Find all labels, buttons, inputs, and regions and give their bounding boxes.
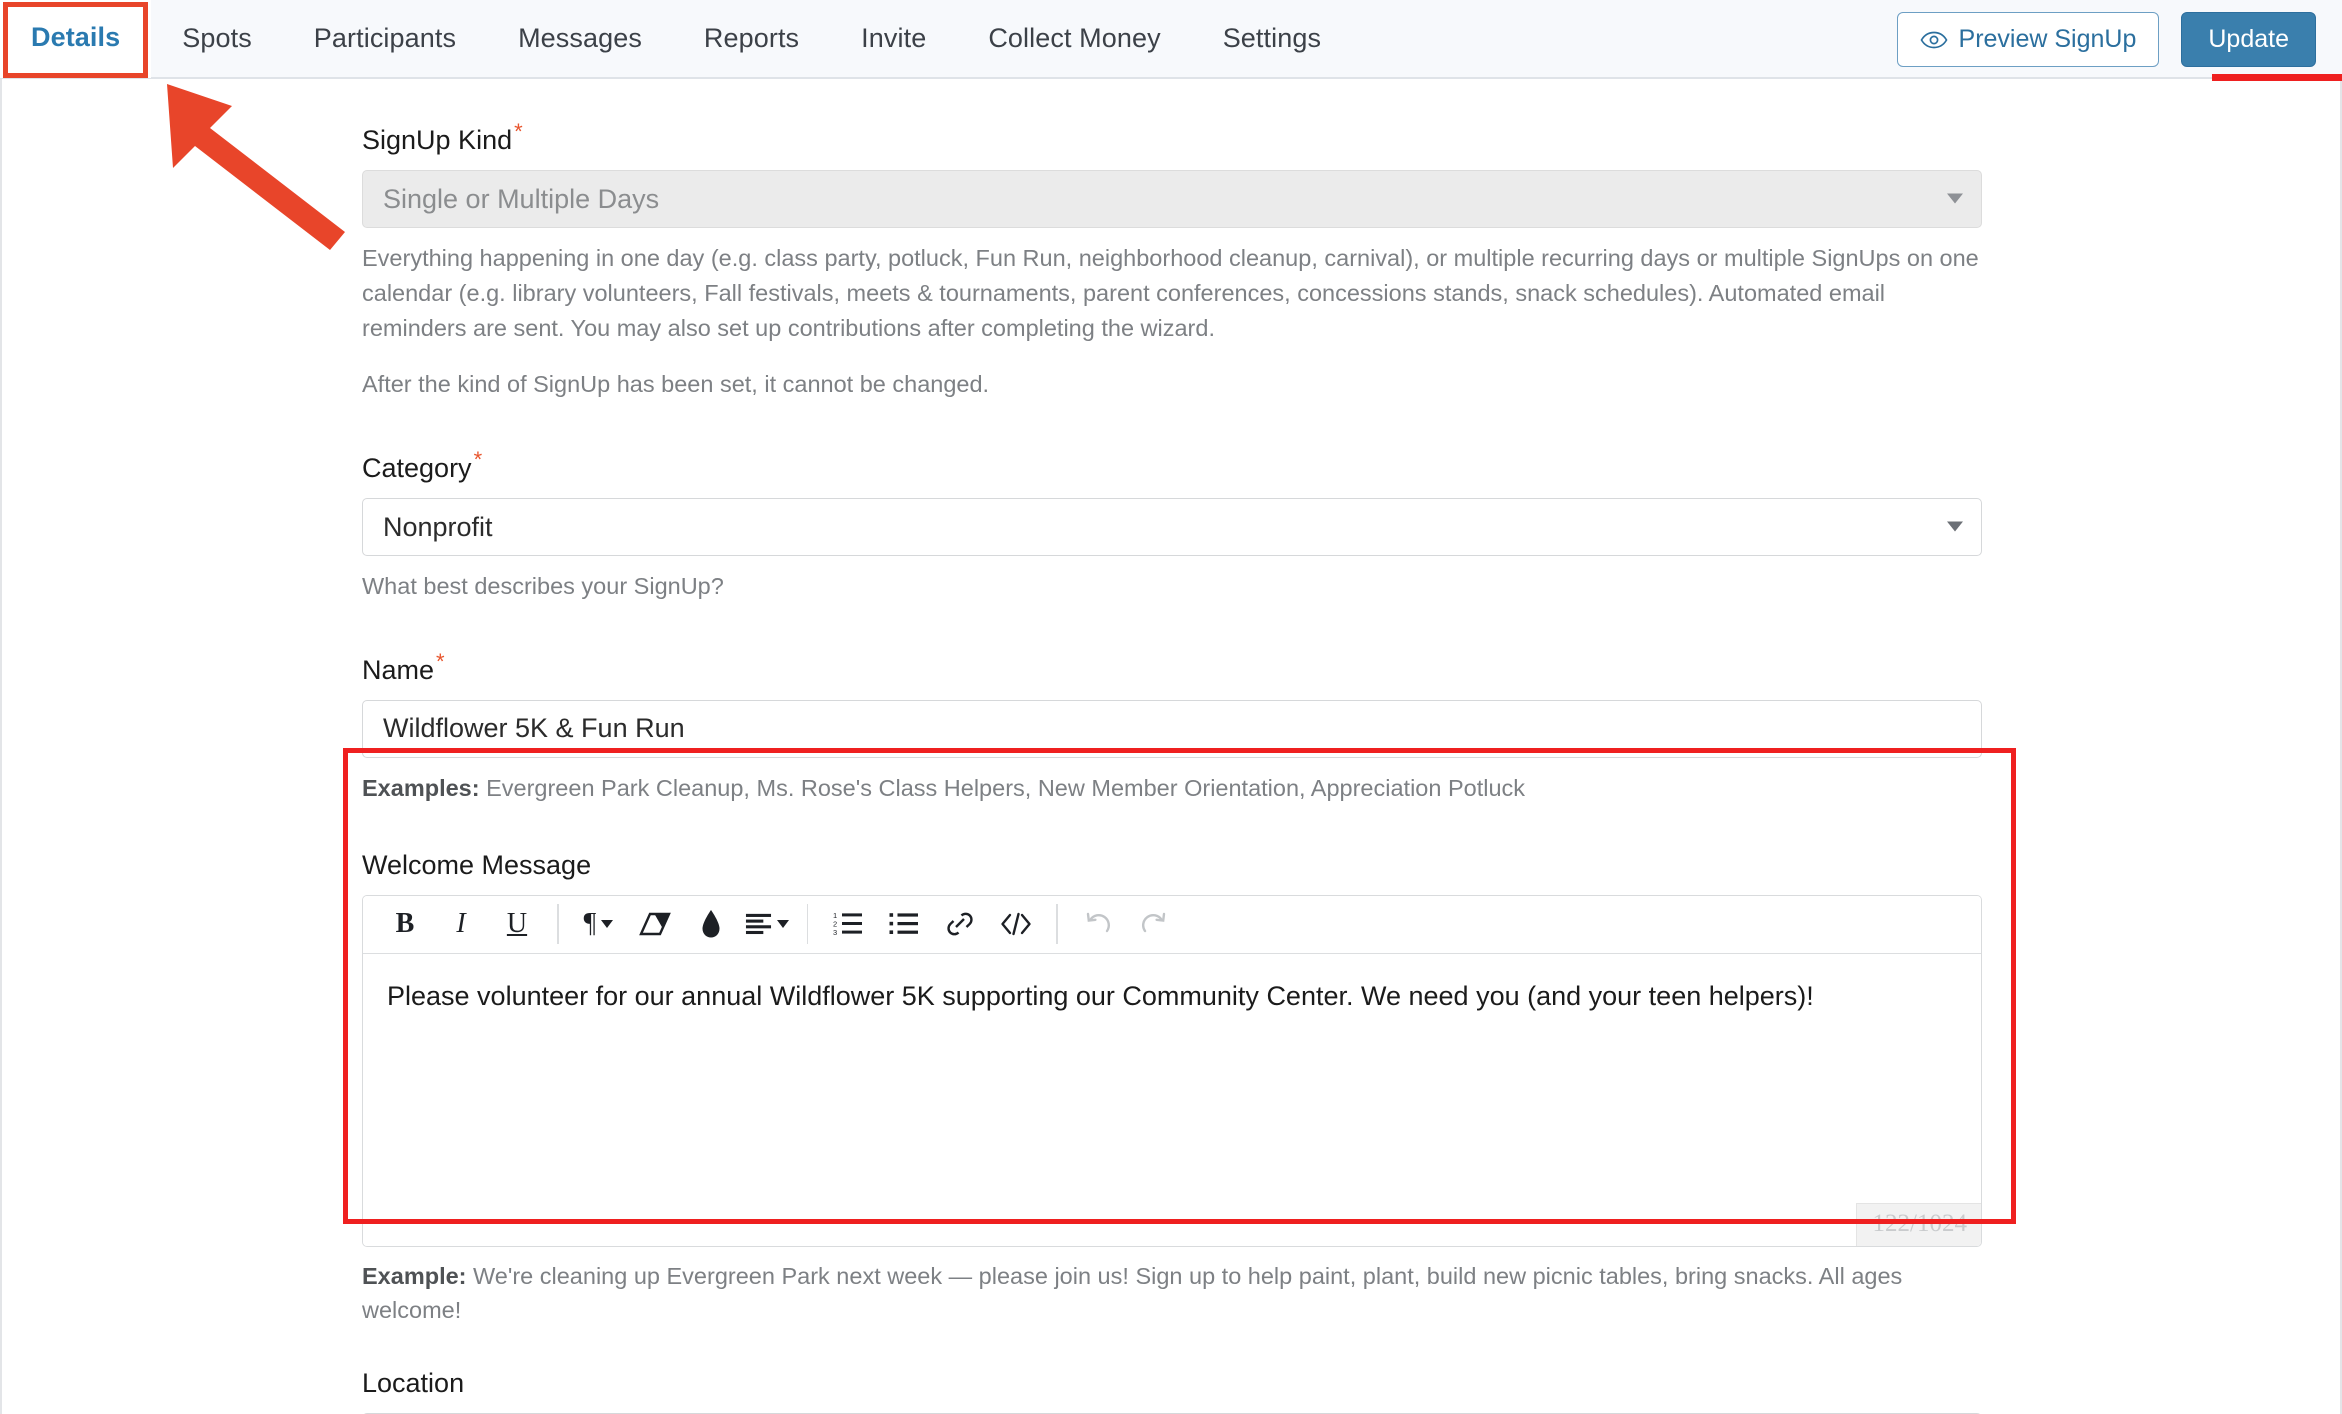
welcome-message-label: Welcome Message	[362, 849, 592, 880]
name-examples: Examples: Evergreen Park Cleanup, Ms. Ro…	[362, 771, 1982, 806]
paragraph-format-icon[interactable]: ¶	[571, 900, 627, 948]
unordered-list-icon[interactable]	[876, 900, 932, 948]
top-tab-bar: Details Spots Participants Messages Repo…	[0, 0, 2342, 79]
code-view-icon[interactable]	[988, 900, 1044, 948]
welcome-message-value: Please volunteer for our annual Wildflow…	[387, 980, 1814, 1011]
toolbar-separator	[1056, 904, 1058, 945]
signup-kind-select[interactable]: Single or Multiple Days	[362, 170, 1982, 228]
required-asterisk: *	[473, 447, 483, 473]
signup-kind-help-2: After the kind of SignUp has been set, i…	[362, 371, 990, 398]
tab-spots[interactable]: Spots	[151, 0, 283, 78]
required-asterisk: *	[514, 119, 523, 144]
field-category: Category* Nonprofit What best describes …	[362, 447, 1982, 604]
tab-details[interactable]: Details	[0, 0, 152, 78]
name-label: Name*	[362, 649, 1982, 686]
chevron-down-icon	[601, 920, 614, 929]
welcome-message-example-text: We're cleaning up Evergreen Park next we…	[362, 1262, 1903, 1324]
ordered-list-icon[interactable]: 1 2 3	[820, 900, 876, 948]
redo-icon[interactable]	[1126, 900, 1182, 948]
tab-messages[interactable]: Messages	[487, 0, 673, 78]
signup-kind-label: SignUp Kind*	[362, 119, 1982, 156]
svg-text:3: 3	[833, 928, 837, 937]
chevron-down-icon	[1947, 193, 1963, 204]
tab-collect-money[interactable]: Collect Money	[957, 0, 1191, 78]
undo-icon[interactable]	[1070, 900, 1126, 948]
signup-kind-help-1: Everything happening in one day (e.g. cl…	[362, 245, 1979, 341]
paragraph-glyph: ¶	[583, 908, 597, 940]
signup-details-page: Details Spots Participants Messages Repo…	[0, 0, 2342, 1414]
update-button[interactable]: Update	[2181, 12, 2316, 67]
category-help: What best describes your SignUp?	[362, 573, 724, 600]
name-examples-text: Evergreen Park Cleanup, Ms. Rose's Class…	[486, 774, 1526, 801]
welcome-message-example: Example: We're cleaning up Evergreen Par…	[362, 1259, 1982, 1329]
required-asterisk: *	[436, 648, 445, 674]
chevron-down-icon	[776, 920, 789, 929]
signup-kind-label-text: SignUp Kind	[362, 125, 513, 155]
underline-icon[interactable]: U	[489, 900, 545, 948]
signup-details-form: SignUp Kind* Single or Multiple Days Eve…	[362, 79, 1982, 1414]
editor-toolbar: B I U ¶ 1 2 3	[363, 895, 1981, 954]
align-icon[interactable]	[739, 900, 795, 948]
tab-reports[interactable]: Reports	[673, 0, 830, 78]
category-value: Nonprofit	[383, 511, 493, 542]
bold-icon[interactable]: B	[377, 900, 433, 948]
chevron-down-icon	[1947, 521, 1963, 532]
field-welcome-message: Welcome Message B I U ¶ 1 2 3 Please vol…	[362, 850, 1982, 1329]
name-input[interactable]: Wildflower 5K & Fun Run	[362, 699, 1982, 758]
tab-list: Details Spots Participants Messages Repo…	[0, 0, 1352, 78]
toolbar-separator	[557, 904, 559, 945]
welcome-message-example-prefix: Example:	[362, 1262, 467, 1289]
tab-settings[interactable]: Settings	[1192, 0, 1352, 78]
category-label: Category*	[362, 447, 1982, 484]
location-label: Location	[362, 1368, 465, 1399]
insert-link-icon[interactable]	[932, 900, 988, 948]
field-name: Name* Wildflower 5K & Fun Run Examples: …	[362, 649, 1982, 806]
italic-icon[interactable]: I	[433, 900, 489, 948]
field-location: Location http://googlemap/An38S4d2 Examp…	[362, 1368, 1982, 1414]
clear-formatting-eraser-icon[interactable]	[627, 900, 683, 948]
tab-participants[interactable]: Participants	[283, 0, 487, 78]
category-select[interactable]: Nonprofit	[362, 498, 1982, 557]
signup-kind-value: Single or Multiple Days	[383, 183, 660, 214]
text-color-droplet-icon[interactable]	[683, 900, 739, 948]
name-label-text: Name	[362, 654, 435, 685]
preview-signup-button[interactable]: Preview SignUp	[1896, 12, 2160, 67]
field-signup-kind: SignUp Kind* Single or Multiple Days Eve…	[362, 79, 1982, 402]
tab-invite[interactable]: Invite	[830, 0, 957, 78]
eye-icon	[1920, 31, 1948, 49]
header-actions: Preview SignUp Update	[1896, 0, 2316, 79]
name-value: Wildflower 5K & Fun Run	[383, 713, 685, 744]
toolbar-separator	[806, 904, 808, 945]
preview-signup-label: Preview SignUp	[1958, 25, 2137, 53]
character-counter: 122/1024	[1855, 1202, 1981, 1246]
page-body: SignUp Kind* Single or Multiple Days Eve…	[0, 79, 2342, 1414]
welcome-message-editor: B I U ¶ 1 2 3 Please volunteer for our a…	[362, 894, 1982, 1247]
category-label-text: Category	[362, 453, 472, 484]
name-examples-prefix: Examples:	[362, 774, 480, 801]
welcome-message-textarea[interactable]: Please volunteer for our annual Wildflow…	[363, 953, 1981, 1246]
